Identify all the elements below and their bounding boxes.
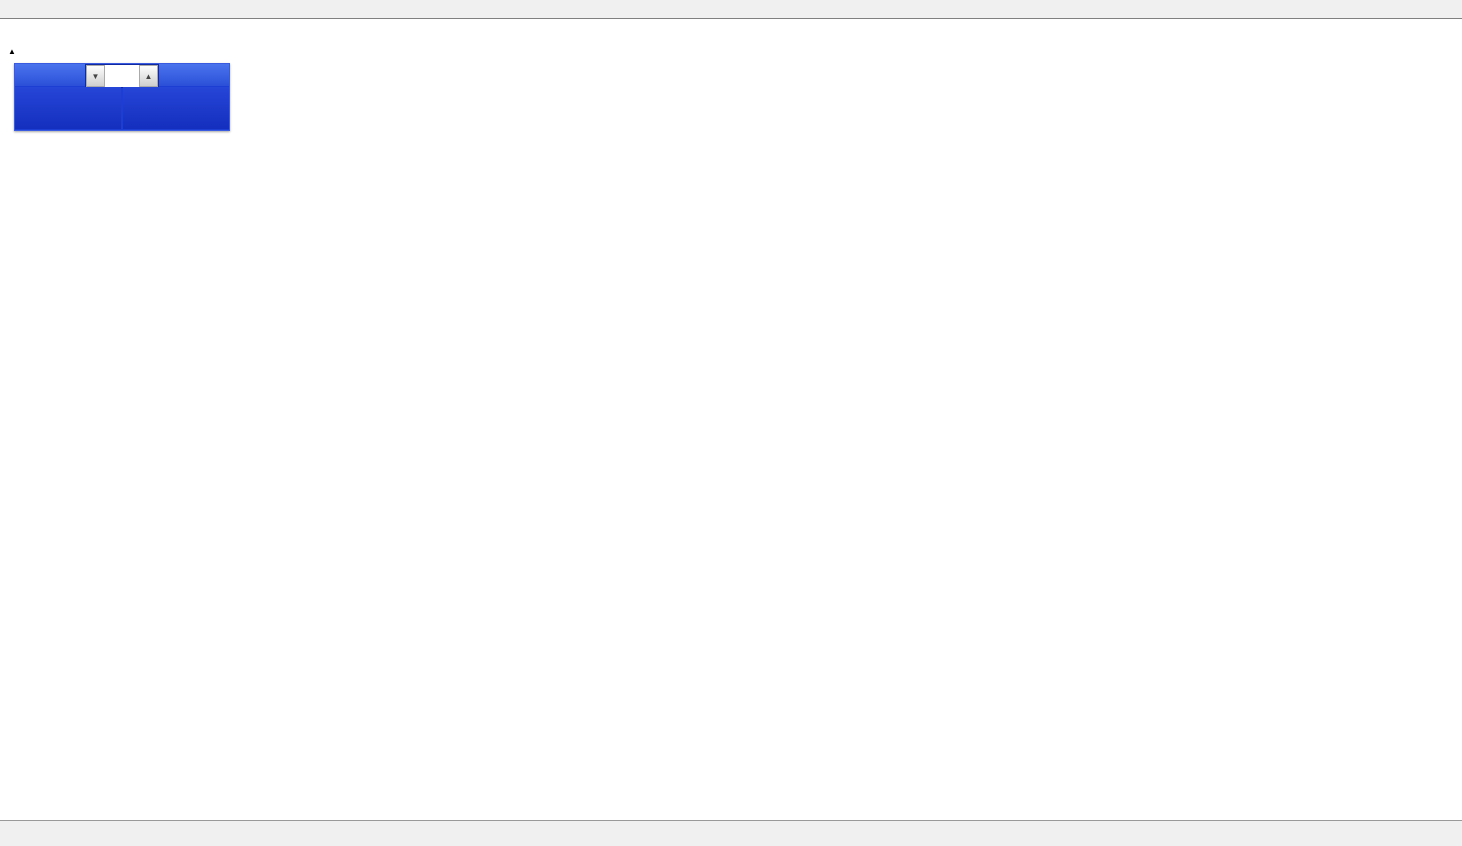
buy-price-display[interactable] [123,87,229,129]
symbol-tab-bar [0,820,1462,846]
one-click-trade-panel: ▼ ▲ [14,63,230,131]
sell-price-display[interactable] [15,87,121,129]
chart-canvas[interactable] [0,19,1462,820]
trading-platform-window: ▲ ▼ ▲ [0,0,1462,846]
sell-button[interactable] [15,64,85,86]
volume-decrease-icon[interactable]: ▼ [86,65,105,87]
ohlc-header: ▲ [8,45,40,57]
chart-window: ▲ ▼ ▲ [0,18,1462,821]
collapse-panel-icon[interactable]: ▲ [8,47,16,56]
volume-stepper: ▼ ▲ [85,64,159,88]
buy-button[interactable] [159,64,229,86]
timeframe-toolbar [0,0,1462,19]
volume-input[interactable] [105,65,139,87]
volume-increase-icon[interactable]: ▲ [139,65,158,87]
